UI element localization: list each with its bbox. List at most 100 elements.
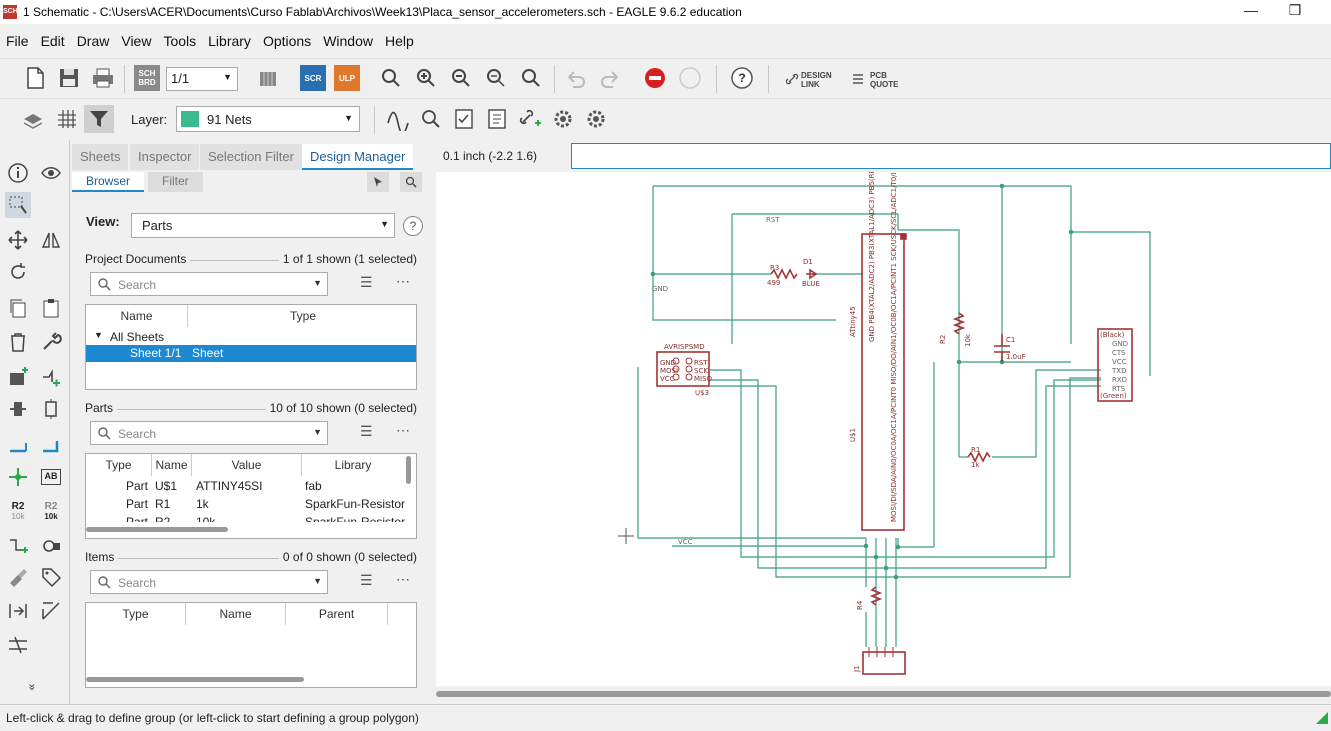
value-tool[interactable]: R2 10k [38,498,64,524]
redo-button[interactable] [597,65,623,91]
menu-view[interactable]: View [121,33,151,49]
more-tools-icon[interactable]: » [25,684,39,691]
zoom-redraw-button[interactable] [483,65,509,91]
group-tool[interactable] [5,192,31,218]
undo-button[interactable] [563,65,589,91]
subtab-filter[interactable]: Filter [148,172,203,192]
script-button[interactable]: SCR [300,65,326,91]
project-documents-search[interactable]: Search ▼ [90,272,328,296]
settings-2-button[interactable] [583,106,609,132]
column-header-type[interactable]: Type [188,305,416,327]
horizontal-scrollbar[interactable] [86,527,228,532]
list-view-icon[interactable]: ☰ [360,274,373,291]
attribute-tool[interactable] [38,564,64,590]
tab-sheets[interactable]: Sheets [72,144,129,170]
save-button[interactable] [56,65,82,91]
zoom-select-button[interactable] [518,65,544,91]
bus-tool[interactable] [5,632,31,658]
stackup-button[interactable] [255,65,281,91]
ulp-button[interactable]: ULP [334,65,360,91]
list-view-icon[interactable]: ☰ [360,572,373,589]
tab-selection-filter[interactable]: Selection Filter [200,144,302,170]
menu-options[interactable]: Options [263,33,311,49]
name-tool[interactable]: R2 10k [5,498,31,524]
zoom-out-button[interactable] [448,65,474,91]
change-tool[interactable] [38,329,64,355]
net-tool[interactable] [38,431,64,457]
junction-tool[interactable] [5,464,31,490]
add-link-button[interactable] [517,106,543,132]
layer-select[interactable]: 91 Nets ▼ [176,106,360,132]
column-header-name[interactable]: Name [186,603,286,625]
maximize-button[interactable]: ❐ [1275,2,1315,22]
tree-group-row[interactable]: ▼ All Sheets [86,329,416,346]
minimize-button[interactable]: — [1231,2,1271,22]
view-select[interactable]: Parts ▼ [131,213,395,238]
menu-draw[interactable]: Draw [77,33,110,49]
wire-tool[interactable] [5,431,31,457]
errors-button[interactable] [484,106,510,132]
move-tool[interactable] [5,227,31,253]
new-file-button[interactable] [22,65,48,91]
horizontal-scrollbar[interactable] [86,677,304,682]
label-tool[interactable]: AB [38,464,64,490]
paste-tool[interactable] [38,295,64,321]
canvas-horizontal-scrollbar[interactable] [436,686,1331,704]
help-button[interactable]: ? [729,65,755,91]
port-tool[interactable] [5,598,31,624]
more-options-icon[interactable]: ⋯ [396,571,410,588]
subtab-browser[interactable]: Browser [72,172,145,192]
copy-tool[interactable] [5,295,31,321]
vertical-scrollbar[interactable] [406,456,411,484]
scrollbar-thumb[interactable] [436,691,1331,697]
smash-tool[interactable] [5,564,31,590]
settings-button[interactable] [550,106,576,132]
zoom-fit-button[interactable] [378,65,404,91]
more-options-icon[interactable]: ⋯ [396,273,410,290]
column-header-library[interactable]: Library [302,454,404,476]
table-row[interactable]: Part R1 1k SparkFun-Resistor [86,496,416,513]
show-tool[interactable] [38,160,64,186]
delete-tool[interactable] [5,329,31,355]
list-view-icon[interactable]: ☰ [360,423,373,440]
tab-design-manager[interactable]: Design Manager [302,144,414,170]
menu-file[interactable]: File [6,33,29,49]
add-net-tool[interactable] [38,364,64,390]
menu-window[interactable]: Window [323,33,373,49]
command-input[interactable] [571,143,1331,169]
column-header-value[interactable]: Value [192,454,302,476]
add-part-tool[interactable] [5,364,31,390]
split-tool[interactable] [5,532,31,558]
menu-tools[interactable]: Tools [163,33,196,49]
replace-tool[interactable] [38,532,64,558]
show-button[interactable] [418,106,444,132]
list-item[interactable]: Sheet 1/1 Sheet [86,345,416,362]
mirror-tool[interactable] [38,227,64,253]
gate-tool[interactable] [38,396,64,422]
column-header-name[interactable]: Name [86,305,188,327]
menu-edit[interactable]: Edit [41,33,65,49]
pinswap-tool[interactable] [5,396,31,422]
erc-button[interactable] [451,106,477,132]
column-header-name[interactable]: Name [152,454,192,476]
table-row[interactable]: Part U$1 ATTINY45SI fab [86,478,416,495]
wire-style-button[interactable] [385,106,411,132]
more-options-icon[interactable]: ⋯ [396,422,410,439]
rotate-tool[interactable] [5,259,31,285]
parts-search[interactable]: Search ▼ [90,421,328,445]
menu-library[interactable]: Library [208,33,251,49]
design-link-button[interactable]: DESIGN LINK [786,69,836,91]
column-header-parent[interactable]: Parent [286,603,388,625]
print-button[interactable] [90,65,116,91]
filter-button[interactable] [84,105,114,133]
pcb-quote-button[interactable]: PCB QUOTE [852,69,902,91]
sheet-select[interactable]: 1/1 ▼ [166,67,238,91]
go-button[interactable] [677,65,703,91]
tab-inspector[interactable]: Inspector [130,144,200,170]
items-search[interactable]: Search ▼ [90,570,328,594]
help-icon[interactable]: ? [403,216,423,236]
draw-line-tool[interactable] [38,598,64,624]
select-mode-button[interactable] [367,172,389,192]
stop-button[interactable] [642,65,668,91]
column-header-type[interactable]: Type [86,454,152,476]
